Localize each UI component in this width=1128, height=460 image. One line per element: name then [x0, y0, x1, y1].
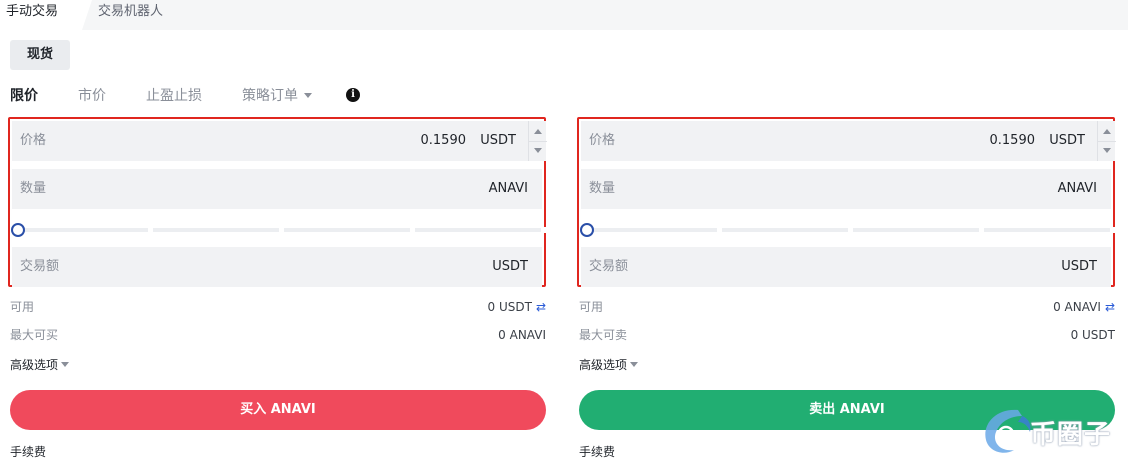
stepper-arrows-icon[interactable] — [1097, 121, 1116, 161]
sell-price-field[interactable]: 价格 0.1590 USDT — [581, 121, 1116, 161]
buy-total-unit: USDT — [492, 259, 528, 274]
slider-tick[interactable] — [848, 227, 853, 233]
buy-price-label: 价格 — [20, 133, 47, 148]
sell-available-row: 可用 0 ANAVI ⇄ — [579, 297, 1115, 317]
slider-tick[interactable] — [279, 227, 284, 233]
buy-total-field[interactable]: 交易额 USDT — [12, 247, 542, 287]
slider-tick[interactable] — [541, 227, 546, 233]
buy-panel: 价格 0.1590 USDT 数量 ANAVI 交易额 USDT 可用 0 US… — [8, 117, 547, 459]
buy-quantity-label: 数量 — [20, 181, 47, 196]
sell-panel: 价格 0.1590 USDT 数量 ANAVI 交易额 USDT 可用 0 AN… — [577, 117, 1116, 459]
caret-down-icon — [304, 92, 312, 98]
top-tab-bar: 手动交易 交易机器人 — [0, 0, 1128, 30]
max-buy-label: 最大可买 — [10, 328, 59, 342]
sell-fee-link[interactable]: 手续费 — [579, 442, 615, 460]
sell-quantity-unit: ANAVI — [1057, 181, 1097, 196]
tab-limit[interactable]: 限价 — [10, 86, 38, 106]
max-buy-value: 0 ANAVI — [498, 328, 546, 342]
sell-price-label: 价格 — [589, 133, 616, 148]
available-amount: 0 ANAVI — [1053, 300, 1101, 314]
slider-handle[interactable] — [11, 223, 25, 237]
buy-max-row: 最大可买 0 ANAVI — [10, 325, 546, 345]
tab-strategy-order[interactable]: 策略订单 — [242, 86, 312, 106]
advanced-options-label: 高级选项 — [10, 358, 59, 372]
sell-percent-slider[interactable] — [580, 220, 1115, 240]
caret-down-icon — [630, 362, 639, 367]
spot-market-button[interactable]: 现货 — [10, 40, 70, 70]
swap-arrows-icon[interactable]: ⇄ — [1105, 297, 1115, 317]
slider-tick[interactable] — [1110, 227, 1115, 233]
swap-arrows-icon[interactable]: ⇄ — [536, 297, 546, 317]
watermark-logo: 币圈子 — [978, 402, 1128, 460]
sell-total-unit: USDT — [1061, 259, 1097, 274]
caret-down-icon — [61, 362, 70, 367]
buy-percent-slider[interactable] — [11, 220, 546, 240]
sell-price-input[interactable]: 0.1590 — [990, 121, 1036, 161]
sell-quantity-label: 数量 — [589, 181, 616, 196]
slider-tick[interactable] — [410, 227, 415, 233]
sell-total-label: 交易额 — [589, 259, 629, 274]
buy-button[interactable]: 买入 ANAVI — [10, 390, 546, 430]
buy-price-unit: USDT — [480, 133, 516, 148]
available-amount: 0 USDT — [487, 300, 532, 314]
max-sell-label: 最大可卖 — [579, 328, 628, 342]
tab-market[interactable]: 市价 — [78, 86, 106, 106]
max-sell-value: 0 USDT — [1070, 328, 1115, 342]
increment-arrow-icon[interactable] — [1103, 129, 1111, 134]
available-label: 可用 — [579, 300, 604, 314]
buy-quantity-field[interactable]: 数量 ANAVI — [12, 169, 542, 209]
stepper-divider — [529, 141, 547, 142]
buy-price-input[interactable]: 0.1590 — [421, 121, 467, 161]
increment-arrow-icon[interactable] — [534, 129, 542, 134]
advanced-options-label: 高级选项 — [579, 358, 628, 372]
available-value: 0 USDT ⇄ — [488, 297, 546, 317]
sell-price-unit: USDT — [1049, 133, 1085, 148]
sell-max-row: 最大可卖 0 USDT — [579, 325, 1115, 345]
slider-tick[interactable] — [148, 227, 153, 233]
tab-strategy-order-label: 策略订单 — [242, 88, 298, 104]
buy-price-field[interactable]: 价格 0.1590 USDT — [12, 121, 547, 161]
decrement-arrow-icon[interactable] — [1103, 148, 1111, 153]
buy-quantity-unit: ANAVI — [488, 181, 528, 196]
decrement-arrow-icon[interactable] — [534, 148, 542, 153]
buy-total-label: 交易额 — [20, 259, 60, 274]
slider-tick[interactable] — [979, 227, 984, 233]
tab-trading-bot[interactable]: 交易机器人 — [98, 0, 163, 30]
slider-tick[interactable] — [717, 227, 722, 233]
sell-quantity-field[interactable]: 数量 ANAVI — [581, 169, 1111, 209]
info-icon[interactable]: i — [346, 88, 360, 102]
buy-advanced-options[interactable]: 高级选项 — [10, 355, 70, 375]
stepper-divider — [1098, 141, 1116, 142]
buy-fee-link[interactable]: 手续费 — [10, 442, 46, 460]
buy-input-group: 价格 0.1590 USDT 数量 ANAVI 交易额 USDT — [8, 117, 547, 287]
buy-available-row: 可用 0 USDT ⇄ — [10, 297, 546, 317]
available-label: 可用 — [10, 300, 35, 314]
sell-input-group: 价格 0.1590 USDT 数量 ANAVI 交易额 USDT — [577, 117, 1116, 287]
stepper-arrows-icon[interactable] — [528, 121, 547, 161]
watermark-text: 币圈子 — [1030, 420, 1112, 450]
slider-handle[interactable] — [580, 223, 594, 237]
available-value: 0 ANAVI ⇄ — [1053, 297, 1115, 317]
sell-total-field[interactable]: 交易额 USDT — [581, 247, 1111, 287]
watermark-swirl-icon — [985, 409, 1031, 453]
tab-manual-trading[interactable]: 手动交易 — [0, 0, 92, 30]
sell-advanced-options[interactable]: 高级选项 — [579, 355, 639, 375]
tab-take-profit-stop-loss[interactable]: 止盈止损 — [146, 86, 202, 106]
